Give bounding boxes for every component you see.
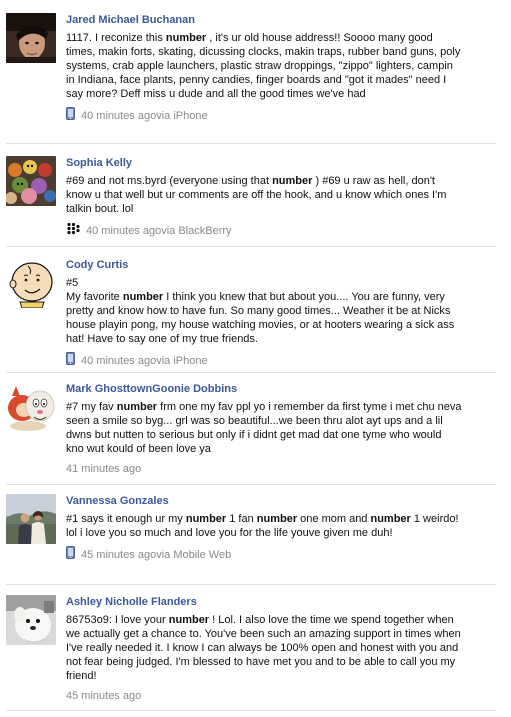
post-meta: 40 minutes ago via iPhone [66,352,462,369]
author-name-link[interactable]: Jared Michael Buchanan [66,14,462,27]
timestamp-link[interactable]: 45 minutes ago [66,689,141,703]
timestamp-link[interactable]: 40 minutes ago [86,224,161,238]
author-name-link[interactable]: Sophia Kelly [66,157,462,170]
muppets-photo-icon[interactable] [6,156,56,206]
highlighted-keyword: number [122,291,164,303]
message-text: 86753o9: I love your [66,614,169,626]
post-message: #1 says it enough ur my number 1 fan num… [66,512,462,540]
highlighted-keyword: number [256,513,298,525]
timestamp-link[interactable]: 40 minutes ago [81,354,156,368]
post-via-text: via iPhone [156,109,208,122]
timestamp-link[interactable]: 45 minutes ago [81,548,156,562]
timestamp-link[interactable]: 40 minutes ago [81,109,156,123]
post-meta: 45 minutes ago via Mobile Web [66,546,462,563]
blackberry-icon [66,222,80,239]
post-message: 1117. I reconize this number , it's ur o… [66,31,462,101]
feed-post: Sophia Kelly #69 and not ms.byrd (everyo… [0,156,511,242]
author-name-link[interactable]: Cody Curtis [66,259,462,272]
feed-post: Cody Curtis #5 My favorite number I think… [0,258,511,369]
author-name-link[interactable]: Mark GhosttownGoonie Dobbins [66,383,462,396]
feed-post: Ashley Nicholle Flanders 86753o9: I love… [0,595,511,705]
seal-plush-icon[interactable] [6,595,56,645]
message-text: one mom and [297,513,371,525]
phone-icon [66,352,75,369]
phone-icon [66,546,75,563]
post-message: #7 my fav number frm one my fav ppl yo i… [66,400,462,456]
post-via-text: via BlackBerry [161,224,232,237]
feed-post: Mark GhosttownGoonie Dobbins #7 my fav n… [0,382,511,478]
message-text: #5 [66,277,79,289]
charlie-brown-icon[interactable] [6,258,56,308]
person-photo-icon[interactable] [6,13,56,63]
divider [6,484,496,485]
post-meta: 45 minutes ago [66,689,462,703]
post-meta: 40 minutes ago via BlackBerry [66,222,462,239]
feed-post: Vannessa Gonzales #1 says it enough ur m… [0,494,511,578]
author-name-link[interactable]: Vannessa Gonzales [66,495,462,508]
highlighted-keyword: number [116,401,158,413]
highlighted-keyword: number [185,513,227,525]
post-message: #5 My favorite number I think you knew th… [66,276,462,346]
highlighted-keyword: number [168,614,210,626]
post-message: 86753o9: I love your number ! Lol. I als… [66,613,462,683]
message-text: 1117. I reconize this [66,32,166,44]
post-meta: 41 minutes ago [66,462,462,476]
post-via-text: via Mobile Web [156,548,232,561]
message-text: #7 my fav [66,401,117,413]
divider [6,143,496,144]
cartoon-dog-cat-icon[interactable] [6,382,56,432]
post-meta: 40 minutes ago via iPhone [66,107,462,124]
divider [6,584,496,585]
author-name-link[interactable]: Ashley Nicholle Flanders [66,596,462,609]
post-via-text: via iPhone [156,354,208,367]
timestamp-link[interactable]: 41 minutes ago [66,462,141,476]
feed-post: Jared Michael Buchanan 1117. I reconize … [0,13,511,137]
phone-icon [66,107,75,124]
divider [6,710,496,711]
highlighted-keyword: number [165,32,207,44]
message-text: #1 says it enough ur my [66,513,186,525]
couple-photo-icon[interactable] [6,494,56,544]
message-text: 1 fan [226,513,257,525]
post-message: #69 and not ms.byrd (everyone using that… [66,174,462,216]
divider [6,246,496,247]
highlighted-keyword: number [272,175,313,187]
message-text: #69 and not ms.byrd (everyone using that [66,175,273,187]
message-text: My favorite [66,291,123,303]
divider [6,372,496,373]
highlighted-keyword: number [370,513,411,525]
